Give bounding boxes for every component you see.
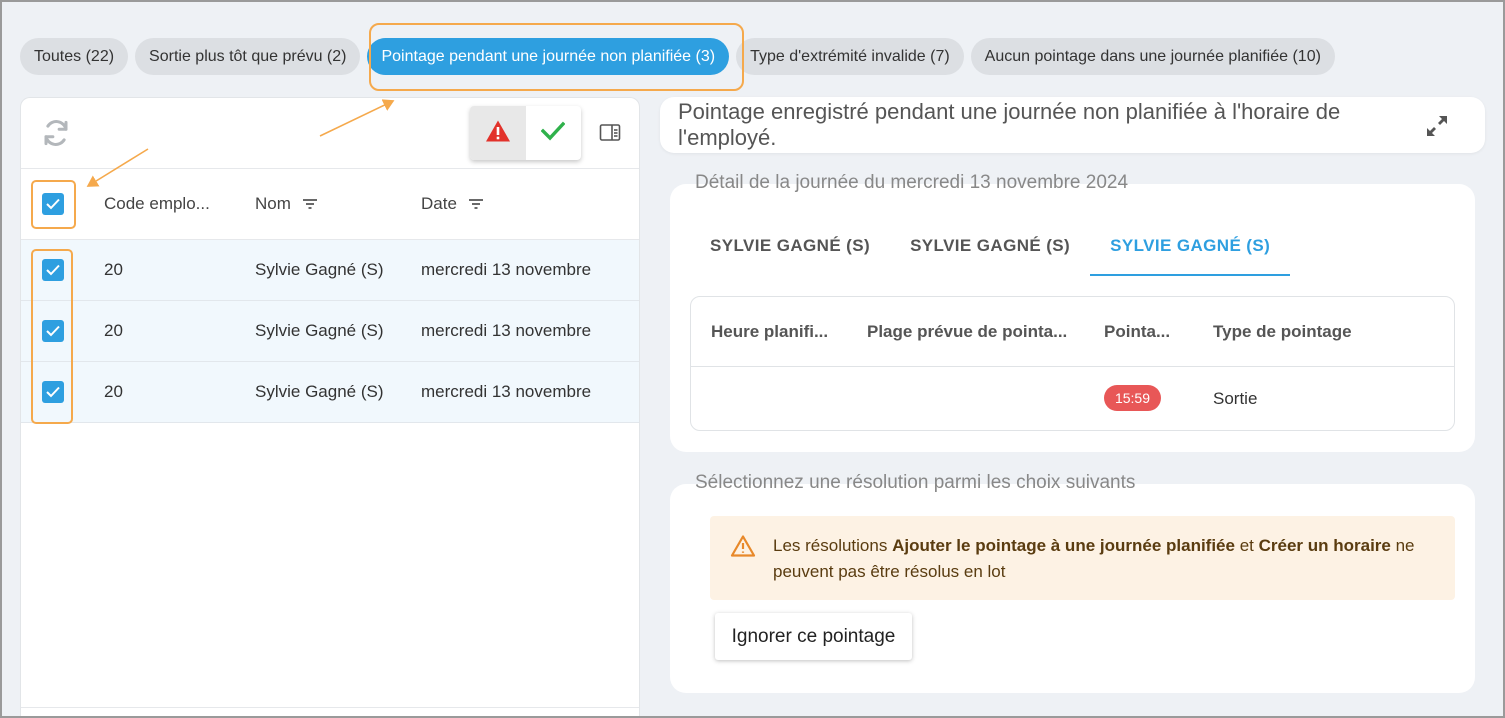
column-planned-hour[interactable]: Heure planifi... [711,297,828,367]
column-code[interactable]: Code emplo... [104,169,210,239]
check-icon [540,121,566,146]
warning-part-2: et [1234,536,1259,555]
row-code: 20 [104,260,123,279]
resolution-legend: Sélectionnez une résolution parmi les ch… [695,472,1136,493]
filter-chip-invalid-type[interactable]: Type d'extrémité invalide (7) [736,38,964,75]
row-name: Sylvie Gagné (S) [255,260,384,279]
batch-warning-text: Les résolutions Ajouter le pointage à un… [773,533,1443,585]
column-punch[interactable]: Pointa... [1104,297,1170,367]
resolution-card: Sélectionnez une résolution parmi les ch… [670,472,1475,693]
row-name: Sylvie Gagné (S) [255,321,384,340]
expand-icon[interactable] [1424,113,1450,139]
table-row[interactable]: 20 Sylvie Gagné (S) mercredi 13 novembre [21,301,639,362]
resolved-toggle[interactable] [526,106,582,160]
day-detail-card: Détail de la journée du mercredi 13 nove… [670,172,1475,452]
side-panel-icon[interactable] [599,122,621,144]
column-planned-range[interactable]: Plage prévue de pointa... [867,297,1067,367]
anomaly-description-card: Pointage enregistré pendant une journée … [660,97,1485,153]
column-date[interactable]: Date [421,169,484,239]
row-checkbox[interactable] [42,259,64,281]
filter-icon[interactable] [302,170,318,240]
tab-employee-3[interactable]: SYLVIE GAGNÉ (S) [1090,224,1291,276]
tab-employee-2[interactable]: SYLVIE GAGNÉ (S) [890,224,1090,276]
table-row[interactable]: 20 Sylvie Gagné (S) mercredi 13 novembre [21,240,639,301]
punch-list-panel: Code emplo... Nom Date 20 Sylvie Gagné (… [20,97,640,718]
column-punch-type[interactable]: Type de pointage [1213,297,1352,367]
refresh-icon[interactable] [41,118,71,148]
filter-chip-all[interactable]: Toutes (22) [20,38,129,75]
filter-icon[interactable] [468,170,484,240]
punch-time-badge: 15:59 [1104,385,1161,411]
row-code: 20 [104,382,123,401]
filter-chip-early-exit[interactable]: Sortie plus tôt que prévu (2) [135,38,361,75]
day-punch-table-header: Heure planifi... Plage prévue de pointa.… [691,297,1454,367]
anomaly-description: Pointage enregistré pendant une journée … [678,99,1341,150]
employee-tabs: SYLVIE GAGNÉ (S) SYLVIE GAGNÉ (S) SYLVIE… [690,224,1291,276]
table-row[interactable]: 20 Sylvie Gagné (S) mercredi 13 novembre [21,362,639,423]
day-detail-legend: Détail de la journée du mercredi 13 nove… [695,172,1129,193]
row-name: Sylvie Gagné (S) [255,382,384,401]
filter-chip-unplanned-day[interactable]: Pointage pendant une journée non planifi… [367,38,730,75]
tab-employee-1[interactable]: SYLVIE GAGNÉ (S) [690,224,890,276]
panel-footer-divider [21,707,639,708]
errors-toggle[interactable] [470,106,526,160]
day-punch-table: Heure planifi... Plage prévue de pointa.… [690,296,1455,431]
punch-type-value: Sortie [1213,389,1258,408]
row-checkbox[interactable] [42,381,64,403]
warning-icon [730,534,756,558]
filter-chip-no-punch[interactable]: Aucun pointage dans une journée planifié… [970,38,1335,75]
row-code: 20 [104,321,123,340]
warning-bold-2: Créer un horaire [1258,536,1391,555]
status-toggle-group [470,106,581,160]
column-name[interactable]: Nom [255,169,318,239]
row-date: mercredi 13 novembre [421,321,592,340]
warning-part-1: Les résolutions [773,536,893,555]
filter-chips: Toutes (22) Sortie plus tôt que prévu (2… [20,38,1335,75]
row-date: mercredi 13 novembre [421,260,592,279]
row-checkbox[interactable] [42,320,64,342]
ignore-punch-button[interactable]: Ignorer ce pointage [715,613,912,660]
row-date: mercredi 13 novembre [421,382,592,401]
column-name-label: Nom [255,194,291,213]
select-all-checkbox[interactable] [42,193,64,215]
warning-red-icon [485,119,511,148]
table-header: Code emplo... Nom Date [21,169,639,240]
batch-warning: Les résolutions Ajouter le pointage à un… [710,516,1455,600]
column-date-label: Date [421,194,457,213]
warning-bold-1: Ajouter le pointage à une journée planif… [892,536,1235,555]
